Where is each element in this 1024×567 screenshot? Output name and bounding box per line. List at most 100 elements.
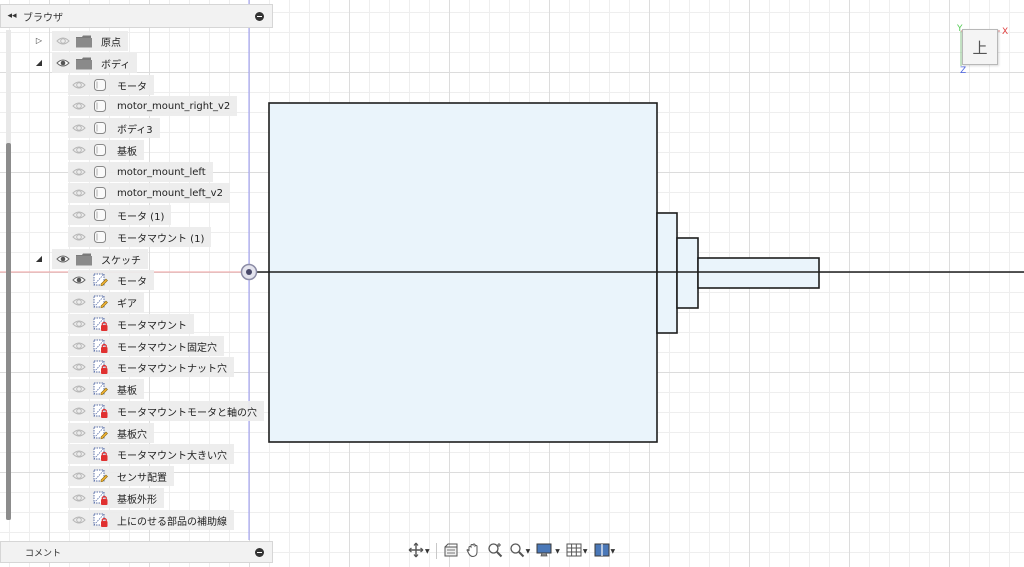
grid-button[interactable]: ▼ <box>563 539 591 563</box>
eye-hidden-icon[interactable] <box>71 336 87 356</box>
eye-hidden-icon[interactable] <box>71 401 87 421</box>
browser-tree-label: 原点 <box>101 37 121 49</box>
browser-tree-row[interactable]: ボディ3 <box>68 118 160 138</box>
eye-hidden-icon[interactable] <box>71 379 87 399</box>
browser-tree-row[interactable]: モータ (1) <box>68 205 172 225</box>
browser-tree-label: モータマウント <box>117 320 187 332</box>
sketch-icon <box>91 292 109 312</box>
browser-tree-label: 基板穴 <box>117 429 147 441</box>
collapse-panel-icon[interactable]: ◂◂ <box>1 11 23 21</box>
eye-visible-icon[interactable] <box>55 249 71 269</box>
add-comment-icon[interactable] <box>255 547 264 557</box>
browser-tree-row[interactable]: モータマウント (1) <box>68 227 212 247</box>
fit-button[interactable]: ▼ <box>506 539 534 563</box>
browser-tree-row[interactable]: motor_mount_right_v2 <box>68 96 238 116</box>
expand-toggle-icon[interactable]: ◢ <box>33 53 45 73</box>
dropdown-arrow-icon[interactable]: ▼ <box>611 548 616 555</box>
viewcube[interactable]: 上 <box>962 29 998 65</box>
body-icon <box>91 96 109 116</box>
body-icon <box>91 227 109 247</box>
eye-hidden-icon[interactable] <box>71 162 87 182</box>
folder-icon <box>75 31 93 51</box>
eye-hidden-icon[interactable] <box>71 314 87 334</box>
eye-visible-icon[interactable] <box>71 270 87 290</box>
zoom-button[interactable] <box>484 539 506 563</box>
browser-tree-row[interactable]: ギア <box>68 292 144 312</box>
browser-tree-row[interactable]: 上にのせる部品の補助線 <box>68 510 234 530</box>
browser-tree-row[interactable]: motor_mount_left <box>68 162 213 182</box>
sketch-locked-icon <box>91 357 109 377</box>
browser-tree-row[interactable]: スケッチ <box>52 249 148 269</box>
browser-tree-label: 上にのせる部品の補助線 <box>117 516 227 528</box>
eye-hidden-icon[interactable] <box>71 118 87 138</box>
eye-visible-icon[interactable] <box>55 53 71 73</box>
browser-panel-header[interactable]: ◂◂ ブラウザ <box>0 4 273 28</box>
orbit-button[interactable]: ▼ <box>405 539 433 563</box>
eye-hidden-icon[interactable] <box>71 444 87 464</box>
body-icon <box>91 75 109 95</box>
eye-hidden-icon[interactable] <box>71 140 87 160</box>
eye-hidden-icon[interactable] <box>71 96 87 116</box>
viewcube-face-top[interactable]: 上 <box>972 37 987 58</box>
browser-tree-row[interactable]: センサ配置 <box>68 466 174 486</box>
eye-hidden-icon[interactable] <box>71 466 87 486</box>
viewports-button[interactable]: ▼ <box>591 539 619 563</box>
eye-hidden-icon[interactable] <box>71 227 87 247</box>
browser-tree-row[interactable]: モータマウント <box>68 314 194 334</box>
look-at-button[interactable] <box>440 539 462 563</box>
browser-tree-row[interactable]: モータ <box>68 75 154 95</box>
eye-hidden-icon[interactable] <box>71 488 87 508</box>
browser-tree-row[interactable]: モータ <box>68 270 154 290</box>
viewports-icon <box>594 542 610 561</box>
eye-hidden-icon[interactable] <box>71 183 87 203</box>
browser-tree-label: motor_mount_left_v2 <box>117 187 223 199</box>
browser-tree-label: モータ <box>117 276 147 288</box>
browser-tree-row[interactable]: ボディ <box>52 53 138 73</box>
expand-toggle-icon[interactable]: ▷ <box>33 31 45 51</box>
browser-tree-row[interactable]: 基板穴 <box>68 423 154 443</box>
look-at-icon <box>443 542 459 561</box>
display-settings-button[interactable]: ▼ <box>533 539 563 563</box>
shaft-rect[interactable] <box>697 257 820 289</box>
sketch-icon <box>91 270 109 290</box>
orbit-icon <box>408 542 424 561</box>
pan-button[interactable] <box>462 539 484 563</box>
browser-tree-label: モータ <box>117 81 147 93</box>
eye-hidden-icon[interactable] <box>55 31 71 51</box>
eye-hidden-icon[interactable] <box>71 510 87 530</box>
browser-tree-row[interactable]: モータマウント固定穴 <box>68 336 224 356</box>
dropdown-arrow-icon[interactable]: ▼ <box>583 548 588 555</box>
browser-tree-row[interactable]: モータマウントモータと軸の穴 <box>68 401 264 421</box>
browser-scrollbar-thumb[interactable] <box>6 143 11 520</box>
browser-tree-row[interactable]: motor_mount_left_v2 <box>68 183 230 203</box>
dropdown-arrow-icon[interactable]: ▼ <box>425 548 430 555</box>
display-settings-icon <box>536 542 554 561</box>
boss-rect[interactable] <box>676 237 699 309</box>
eye-hidden-icon[interactable] <box>71 75 87 95</box>
gearbox-flange-rect[interactable] <box>656 212 678 334</box>
eye-hidden-icon[interactable] <box>71 205 87 225</box>
comments-panel[interactable]: コメント <box>0 541 273 563</box>
panel-options-icon[interactable] <box>255 11 264 21</box>
eye-hidden-icon[interactable] <box>71 292 87 312</box>
browser-tree-row[interactable]: モータマウントナット穴 <box>68 357 234 377</box>
browser-tree-label: 基板外形 <box>117 494 157 506</box>
origin-point-icon[interactable] <box>240 263 258 281</box>
browser-tree-row[interactable]: モータマウント大きい穴 <box>68 444 234 464</box>
sketch-locked-icon <box>91 401 109 421</box>
browser-tree-row[interactable]: 基板 <box>68 379 144 399</box>
folder-icon <box>75 53 93 73</box>
body-icon <box>91 162 109 182</box>
browser-tree-row[interactable]: 基板 <box>68 140 144 160</box>
browser-tree-label: モータマウント大きい穴 <box>117 450 227 462</box>
body-icon <box>91 205 109 225</box>
comments-title: コメント <box>25 548 62 559</box>
dropdown-arrow-icon[interactable]: ▼ <box>555 548 560 555</box>
eye-hidden-icon[interactable] <box>71 423 87 443</box>
eye-hidden-icon[interactable] <box>71 357 87 377</box>
browser-tree-row[interactable]: 基板外形 <box>68 488 164 508</box>
expand-toggle-icon[interactable]: ◢ <box>33 249 45 269</box>
dropdown-arrow-icon[interactable]: ▼ <box>526 548 531 555</box>
browser-tree-row[interactable]: 原点 <box>52 31 128 51</box>
browser-tree-label: 基板 <box>117 385 137 397</box>
